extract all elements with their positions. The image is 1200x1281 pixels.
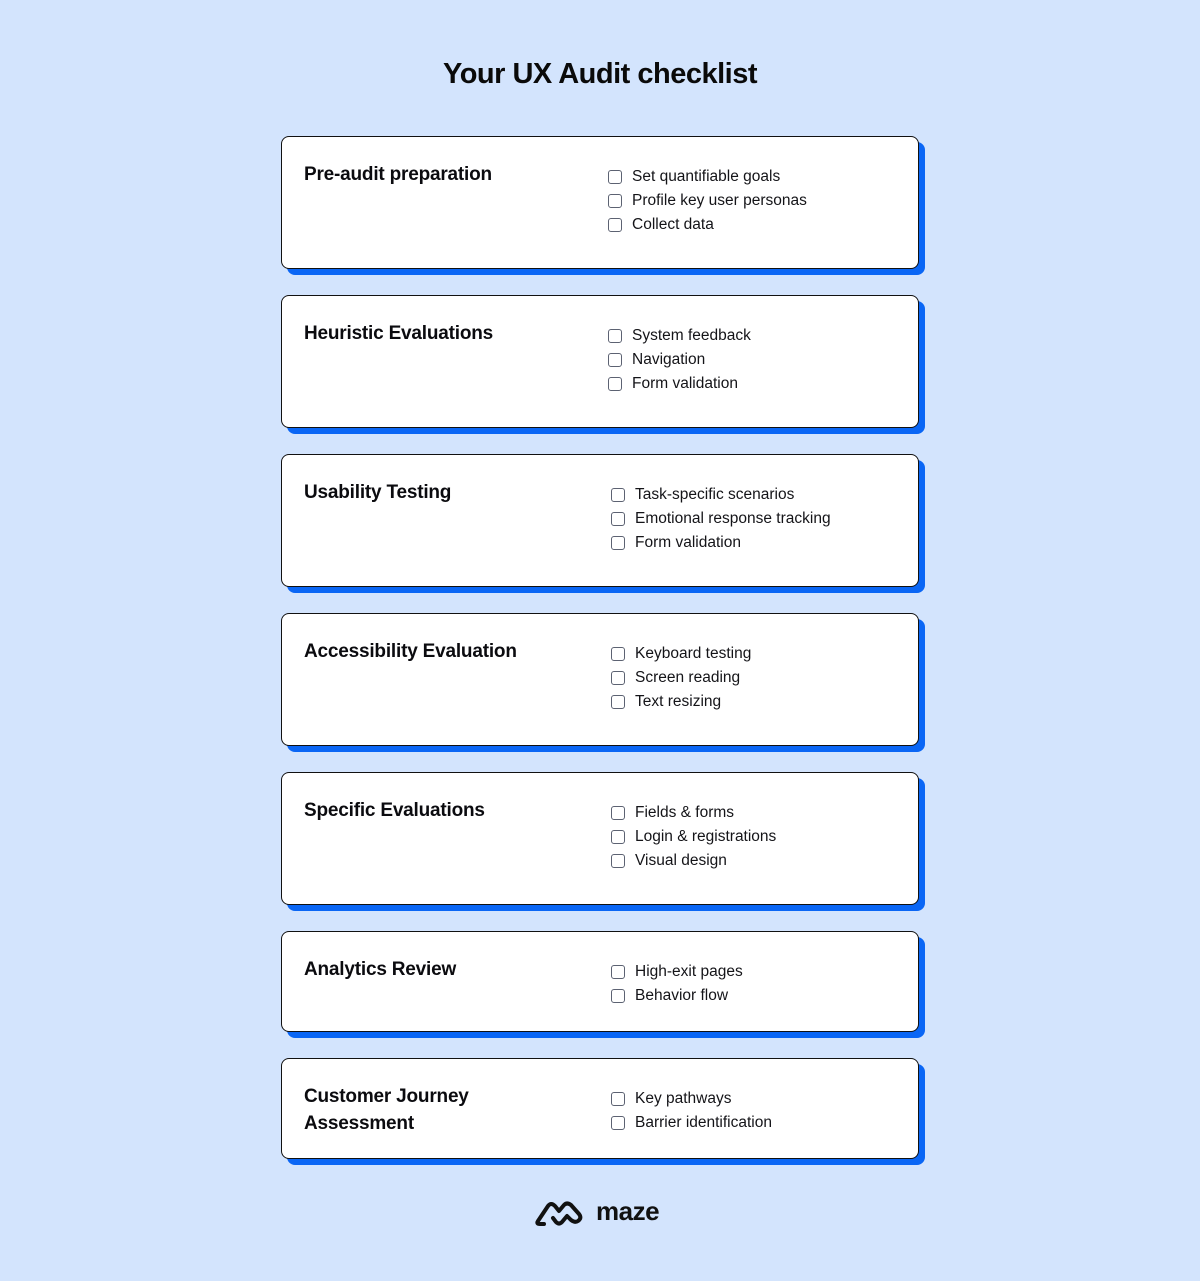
checklist-item-label: Form validation: [635, 534, 741, 551]
checklist-card: Heuristic Evaluations System feedback Navi…: [281, 295, 919, 428]
checklist-cards: Pre-audit preparation Set quantifiable go…: [281, 136, 919, 1185]
checkbox[interactable]: [611, 854, 625, 868]
checklist-item-label: Task-specific scenarios: [635, 486, 795, 503]
checklist-item-label: Behavior flow: [635, 987, 729, 1004]
footer-logo: maze: [534, 1196, 660, 1227]
card-title: Pre-audit preparation: [304, 164, 492, 185]
checklist-item[interactable]: Collect data: [608, 209, 807, 241]
maze-logo-icon: [535, 1201, 583, 1226]
checkbox[interactable]: [611, 695, 625, 709]
checklist-card: Analytics Review High-exit pages Behavior …: [281, 931, 919, 1032]
checklist-item-label: Fields & forms: [635, 804, 735, 821]
checklist-item-label: Keyboard testing: [635, 645, 752, 662]
checklist-card: Specific Evaluations Fields & forms Login …: [281, 772, 919, 905]
checklist-card: Customer Journey Assessment Key pathways B…: [281, 1058, 919, 1159]
checklist-item[interactable]: Behavior flow: [611, 980, 743, 1012]
checkbox[interactable]: [608, 353, 622, 367]
checklist-items: Set quantifiable goals Profile key user p…: [608, 161, 807, 241]
checkbox[interactable]: [611, 488, 625, 502]
card-title: Customer Journey Assessment: [304, 1086, 469, 1134]
checklist-item-label: Emotional response tracking: [635, 510, 831, 527]
checklist-item-label: Navigation: [632, 351, 706, 368]
checkbox[interactable]: [611, 989, 625, 1003]
checklist-item-label: Key pathways: [635, 1090, 732, 1107]
checklist-items: Keyboard testing Screen reading Text resiz…: [611, 638, 751, 718]
checklist-items: Fields & forms Login & registrations Visua…: [611, 797, 776, 877]
checkbox[interactable]: [608, 377, 622, 391]
checklist-card: Usability Testing Task-specific scenarios…: [281, 454, 919, 587]
checklist-item-label: Barrier identification: [635, 1114, 772, 1131]
checkbox[interactable]: [608, 170, 622, 184]
checklist-item-label: Form validation: [632, 375, 738, 392]
checklist-item[interactable]: Visual design: [611, 845, 776, 877]
checklist-items: System feedback Navigation Form validation: [608, 320, 751, 400]
checkbox[interactable]: [611, 806, 625, 820]
checkbox[interactable]: [611, 1092, 625, 1106]
checklist-item-label: Text resizing: [635, 693, 722, 710]
checklist-item-label: High-exit pages: [635, 963, 743, 980]
checklist-item[interactable]: Form validation: [611, 527, 831, 559]
checklist-item[interactable]: Text resizing: [611, 686, 751, 718]
card-title: Accessibility Evaluation: [304, 641, 517, 662]
checkbox[interactable]: [611, 1116, 625, 1130]
page-title: Your UX Audit checklist: [443, 58, 758, 90]
checklist-card: Accessibility Evaluation Keyboard testing…: [281, 613, 919, 746]
checkbox[interactable]: [611, 512, 625, 526]
checklist-item-label: Profile key user personas: [632, 192, 807, 209]
checkbox[interactable]: [611, 965, 625, 979]
checkbox[interactable]: [608, 194, 622, 208]
checklist-item-label: Visual design: [635, 852, 727, 869]
checklist-item-label: Collect data: [632, 216, 714, 233]
checklist-card: Pre-audit preparation Set quantifiable go…: [281, 136, 919, 269]
checklist-items: Key pathways Barrier identification: [611, 1083, 772, 1139]
checklist-item-label: Login & registrations: [635, 828, 777, 845]
checkbox[interactable]: [611, 830, 625, 844]
checklist-item[interactable]: Form validation: [608, 368, 751, 400]
checkbox[interactable]: [611, 671, 625, 685]
checkbox[interactable]: [611, 536, 625, 550]
checklist-item-label: Screen reading: [635, 669, 741, 686]
checklist-item-label: Set quantifiable goals: [632, 168, 781, 185]
checkbox[interactable]: [608, 218, 622, 232]
card-title: Heuristic Evaluations: [304, 323, 494, 344]
checkbox[interactable]: [611, 647, 625, 661]
card-title: Analytics Review: [304, 959, 457, 980]
checklist-item[interactable]: Barrier identification: [611, 1107, 772, 1139]
brand-name: maze: [596, 1196, 660, 1226]
checkbox[interactable]: [608, 329, 622, 343]
checklist-items: Task-specific scenarios Emotional respons…: [611, 479, 831, 559]
card-title: Usability Testing: [304, 482, 452, 503]
checklist-items: High-exit pages Behavior flow: [611, 956, 743, 1012]
card-title: Specific Evaluations: [304, 800, 485, 821]
checklist-item-label: System feedback: [632, 327, 751, 344]
